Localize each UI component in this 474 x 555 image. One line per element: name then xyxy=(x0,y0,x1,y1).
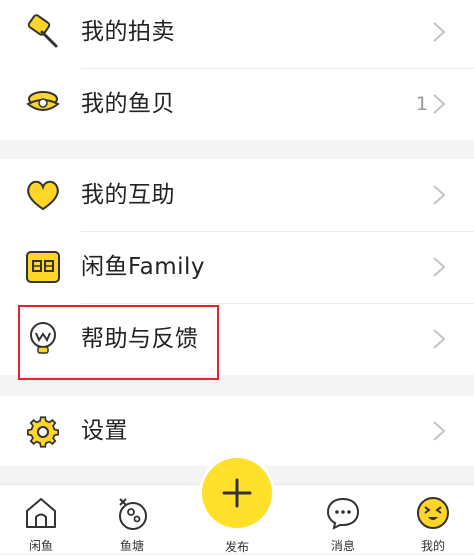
home-icon xyxy=(23,495,59,531)
message-bubble-icon xyxy=(325,495,361,531)
shells-count: 1 xyxy=(415,93,428,115)
menu-item-shells[interactable]: 我的鱼贝 1 xyxy=(0,68,474,140)
publish-label: 发布 xyxy=(224,540,249,554)
gear-icon xyxy=(24,414,62,450)
auction-hammer-icon xyxy=(24,14,62,50)
tab-label: 我的 xyxy=(420,539,445,553)
shell-icon xyxy=(24,86,62,122)
chevron-right-icon xyxy=(428,183,450,207)
chevron-right-icon xyxy=(428,327,450,351)
tab-label: 消息 xyxy=(330,539,355,553)
menu-item-auction[interactable]: 我的拍卖 xyxy=(0,0,474,68)
pond-icon xyxy=(114,495,150,531)
chevron-right-icon xyxy=(428,92,450,116)
menu-item-label: 闲鱼Family xyxy=(81,254,206,280)
chevron-right-icon xyxy=(428,20,450,44)
tab-label: 鱼塘 xyxy=(119,539,144,553)
tab-pond[interactable]: 鱼塘 xyxy=(102,485,162,553)
menu-item-label: 我的互助 xyxy=(81,182,175,208)
family-logo-icon xyxy=(24,249,62,285)
tab-messages[interactable]: 消息 xyxy=(313,485,373,553)
heart-icon xyxy=(24,177,62,213)
menu-item-label: 我的拍卖 xyxy=(81,19,175,45)
publish-button[interactable] xyxy=(199,455,275,531)
chevron-right-icon xyxy=(428,419,450,443)
publish-circle xyxy=(202,458,272,528)
tab-label: 闲鱼 xyxy=(28,539,53,553)
tab-home[interactable]: 闲鱼 xyxy=(11,485,71,553)
face-avatar-icon xyxy=(415,495,451,531)
menu-item-label: 我的鱼贝 xyxy=(81,91,175,117)
menu-item-family[interactable]: 闲鱼Family xyxy=(0,231,474,303)
menu-item-label: 设置 xyxy=(81,418,128,444)
plus-icon xyxy=(222,478,252,508)
highlight-box xyxy=(18,305,219,380)
menu-item-mutual-aid[interactable]: 我的互助 xyxy=(0,159,474,231)
tab-mine[interactable]: 我的 xyxy=(403,485,463,553)
chevron-right-icon xyxy=(428,255,450,279)
menu-group-1: 我的拍卖 我的鱼贝 1 xyxy=(0,0,474,140)
